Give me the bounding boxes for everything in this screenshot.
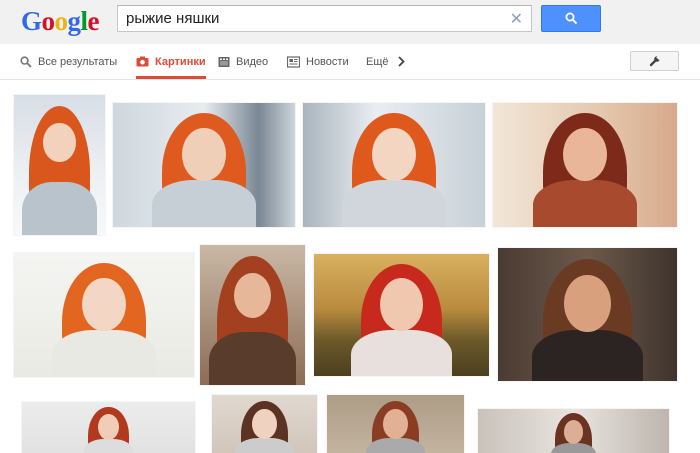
thumbnail-face-shape: [97, 414, 120, 440]
film-icon: [218, 56, 230, 67]
header: Google рыжие няшки ✕: [0, 0, 700, 44]
thumbnail-body-shape: [366, 438, 425, 453]
thumbnail-body-shape: [21, 181, 98, 235]
close-icon[interactable]: ✕: [510, 9, 523, 29]
newspaper-icon: [287, 55, 300, 68]
tab-news-label: Новости: [306, 55, 349, 68]
image-result-redhead-girl-snowflakes[interactable]: [303, 103, 485, 227]
thumbnail-body-shape: [350, 329, 453, 376]
image-result-red-hair-girl-sunset[interactable]: [314, 254, 489, 376]
tab-more[interactable]: Ещё: [366, 44, 405, 79]
logo-letter: l: [80, 6, 89, 36]
tab-images[interactable]: Картинки: [136, 44, 206, 79]
search-nav: Все результаты Картинки Видео Новости Ещ…: [0, 44, 700, 80]
thumbnail-body-shape: [208, 331, 297, 385]
logo-letter: g: [67, 6, 82, 36]
search-button[interactable]: [541, 5, 601, 32]
thumbnail-body-shape: [52, 329, 156, 377]
logo-letter: o: [41, 6, 56, 36]
thumbnail-body-shape: [533, 179, 637, 227]
thumbnail-face-shape: [252, 409, 277, 440]
thumbnail-face-shape: [383, 409, 408, 440]
image-result-red-hair-girl-partial[interactable]: [22, 402, 195, 453]
tab-video[interactable]: Видео: [218, 44, 268, 79]
tab-video-label: Видео: [236, 55, 269, 68]
logo-letter: o: [54, 6, 69, 36]
logo-letter: G: [21, 6, 42, 36]
search-icon: [20, 55, 32, 68]
search-input[interactable]: рыжие няшки ✕: [117, 5, 532, 32]
camera-icon: [136, 56, 149, 67]
thumbnail-face-shape: [563, 127, 607, 182]
thumbnail-face-shape: [380, 278, 423, 332]
tab-news[interactable]: Новости: [287, 44, 349, 79]
image-result-redhead-woman-closeup[interactable]: [493, 103, 677, 227]
thumbnail-face-shape: [372, 127, 416, 182]
search-tools-button[interactable]: [630, 51, 679, 71]
image-result-redhead-girl-fence-snow[interactable]: [113, 103, 295, 227]
chevron-right-icon: [397, 56, 405, 67]
logo-letter: e: [87, 6, 100, 36]
thumbnail-body-shape: [152, 179, 256, 227]
image-result-long-haired-man-striped-shirt[interactable]: [498, 248, 677, 381]
image-result-brunette-girl-partial[interactable]: [212, 395, 317, 453]
thumbnail-body-shape: [342, 179, 446, 227]
thumbnail-body-shape: [532, 330, 643, 381]
tab-images-label: Картинки: [155, 55, 206, 68]
thumbnail-face-shape: [43, 123, 76, 163]
tab-all-results[interactable]: Все результаты: [20, 44, 117, 79]
thumbnail-body-shape: [235, 438, 294, 453]
thumbnail-face-shape: [182, 127, 226, 182]
image-result-redhead-girl-green-eyes[interactable]: [14, 253, 194, 377]
thumbnail-face-shape: [82, 277, 126, 332]
search-query-text: рыжие няшки: [126, 10, 220, 27]
thumbnail-face-shape: [564, 274, 611, 333]
tab-more-label: Ещё: [366, 55, 389, 68]
google-logo[interactable]: Google: [21, 6, 100, 37]
image-result-redhead-girl-selfie[interactable]: [200, 245, 305, 385]
thumbnail-face-shape: [563, 420, 584, 444]
thumbnail-face-shape: [234, 273, 271, 319]
search-icon: [565, 12, 578, 25]
tab-all-results-label: Все результаты: [38, 55, 118, 68]
wrench-icon: [649, 55, 661, 67]
thumbnail-body-shape: [83, 439, 134, 453]
image-result-girl-partial-2[interactable]: [478, 409, 669, 453]
image-result-girl-partial[interactable]: [327, 395, 464, 453]
image-result-redhead-girl-snow[interactable]: [14, 95, 105, 235]
